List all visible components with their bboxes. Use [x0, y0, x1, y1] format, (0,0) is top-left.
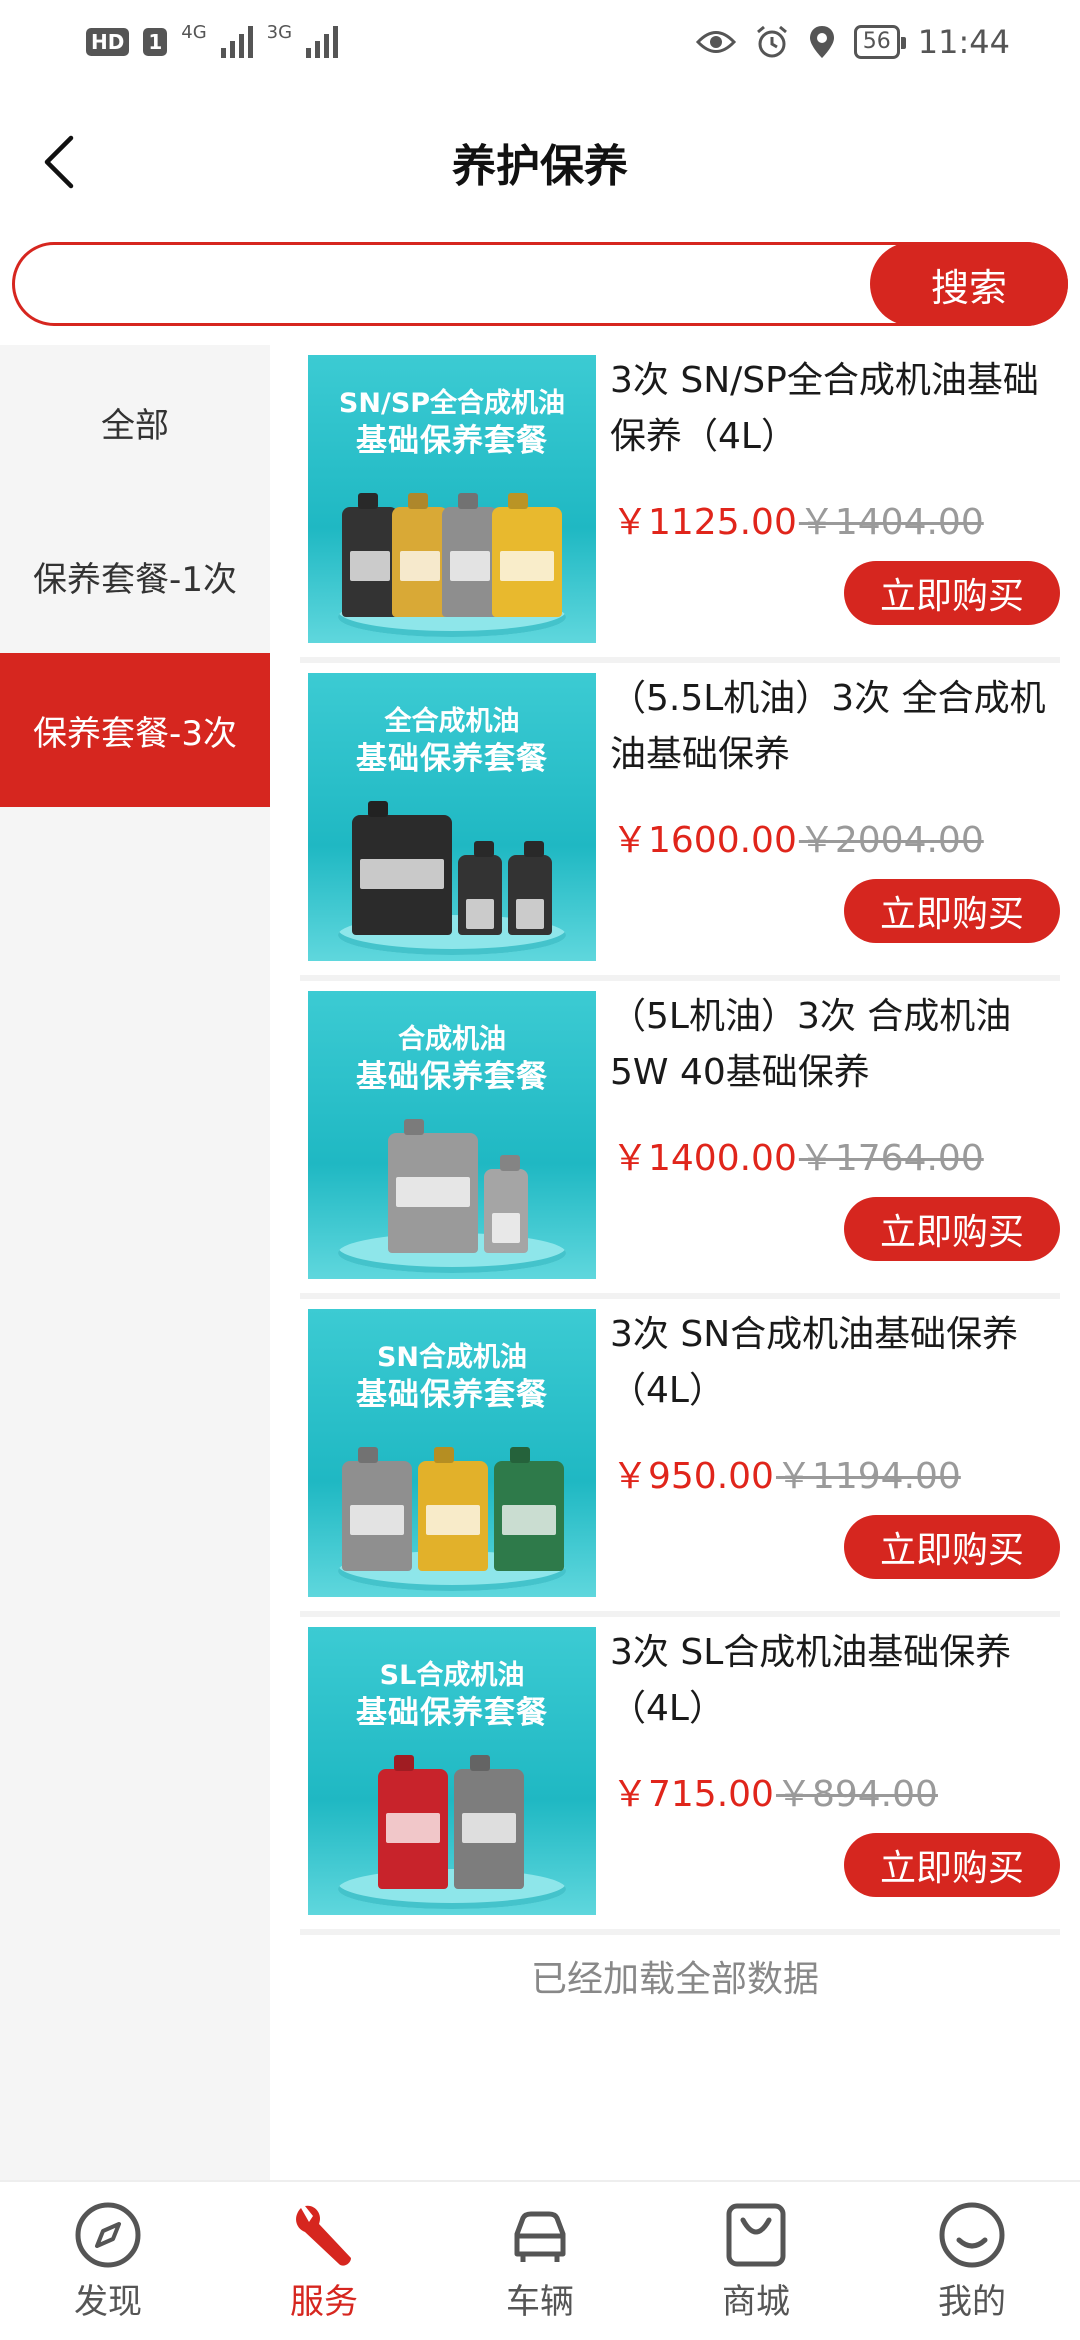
product-title: （5L机油）3次 合成机油5W 40基础保养: [610, 996, 1012, 1093]
original-price: ￥1404.00: [798, 502, 984, 543]
category-sidebar: 全部 保养套餐-1次 保养套餐-3次: [0, 345, 270, 2180]
tab-label: 发现: [74, 2281, 142, 2322]
oil-bottle: [508, 855, 552, 935]
product-image: SN合成机油 基础保养套餐: [308, 1309, 596, 1597]
product-card[interactable]: 全合成机油 基础保养套餐 （5.5L机油）3次 全合成机油基础保养 ￥1600.…: [300, 663, 1060, 981]
product-image-subcaption: 基础保养套餐: [356, 1377, 548, 1413]
compass-icon: [75, 2202, 141, 2267]
buy-now-button[interactable]: 立即购买: [844, 1197, 1060, 1261]
smile-icon: [939, 2202, 1005, 2267]
tab-label: 服务: [290, 2281, 358, 2322]
product-price: ￥715.00: [612, 1774, 774, 1815]
product-image-subcaption: 基础保养套餐: [356, 741, 548, 777]
shopping-bag-icon: [726, 2203, 786, 2266]
product-card[interactable]: SL合成机油 基础保养套餐 3次 SL合成机油基础保养（4L） ￥715.00 …: [300, 1617, 1060, 1935]
price-row: ￥1400.00 ￥1764.00: [612, 1129, 984, 1181]
tab-label: 车辆: [506, 2281, 574, 2322]
oil-bottle: [442, 507, 498, 617]
oil-bottle: [458, 855, 502, 935]
oil-bottle: [492, 507, 562, 617]
product-title: 3次 SN合成机油基础保养（4L）: [610, 1314, 1019, 1411]
status-right: 56 11:44: [695, 23, 1010, 61]
product-card[interactable]: 合成机油 基础保养套餐 （5L机油）3次 合成机油5W 40基础保养 ￥1400…: [300, 981, 1060, 1299]
chevron-left-icon: [44, 135, 74, 189]
battery-icon: 56: [853, 25, 906, 59]
back-button[interactable]: [28, 120, 88, 204]
tab-service[interactable]: 服务: [216, 2182, 432, 2340]
bottom-tab-bar: 发现 服务 车辆 商城 我的: [0, 2180, 1080, 2340]
oil-bottle: [484, 1169, 528, 1253]
clock: 11:44: [917, 23, 1010, 61]
sidebar-item-package-1[interactable]: 保养套餐-1次: [0, 499, 270, 653]
sidebar-item-package-3[interactable]: 保养套餐-3次: [0, 653, 270, 807]
oil-bottle: [352, 815, 452, 935]
tab-discover[interactable]: 发现: [0, 2182, 216, 2340]
car-icon: [514, 2211, 566, 2262]
price-row: ￥715.00 ￥894.00: [612, 1765, 938, 1817]
tab-vehicle[interactable]: 车辆: [432, 2182, 648, 2340]
original-price: ￥1194.00: [775, 1456, 961, 1497]
buy-now-button[interactable]: 立即购买: [844, 1515, 1060, 1579]
status-left: HD 1 4G 3G: [86, 22, 339, 58]
product-image: SN/SP全合成机油 基础保养套餐: [308, 355, 596, 643]
eye-icon: [695, 31, 736, 53]
sidebar-item-all[interactable]: 全部: [0, 345, 270, 499]
product-card[interactable]: SN/SP全合成机油 基础保养套餐 3次 SN/SP全合成机油基础保养（4L） …: [300, 345, 1060, 663]
product-price: ￥1400.00: [612, 1138, 797, 1179]
hd-badge: HD: [86, 28, 130, 56]
oil-bottle: [494, 1461, 564, 1571]
product-image: 合成机油 基础保养套餐: [308, 991, 596, 1279]
oil-bottle: [342, 1461, 412, 1571]
product-price: ￥950.00: [612, 1456, 774, 1497]
signal-icon: [220, 26, 253, 58]
signal-icon-2: [306, 26, 339, 58]
tab-profile[interactable]: 我的: [864, 2182, 1080, 2340]
buy-now-button[interactable]: 立即购买: [844, 561, 1060, 625]
oil-bottle: [388, 1133, 478, 1253]
product-image-subcaption: 基础保养套餐: [356, 423, 548, 459]
alarm-icon: [756, 25, 787, 58]
oil-bottle: [454, 1769, 524, 1889]
tab-mall[interactable]: 商城: [648, 2182, 864, 2340]
search-bar: 搜索: [12, 242, 1068, 326]
original-price: ￥1764.00: [798, 1138, 984, 1179]
wrench-icon: [296, 2205, 351, 2266]
search-input[interactable]: [15, 245, 870, 323]
list-end-message: 已经加载全部数据: [530, 1959, 819, 2000]
price-row: ￥950.00 ￥1194.00: [612, 1447, 961, 1499]
product-list: SN/SP全合成机油 基础保养套餐 3次 SN/SP全合成机油基础保养（4L） …: [300, 345, 1060, 1935]
product-image: 全合成机油 基础保养套餐: [308, 673, 596, 961]
buy-now-button[interactable]: 立即购买: [844, 1833, 1060, 1897]
network-label-2: 3G: [266, 21, 293, 43]
product-image: SL合成机油 基础保养套餐: [308, 1627, 596, 1915]
product-price: ￥1600.00: [612, 820, 797, 861]
sim-badge: 1: [143, 28, 168, 56]
product-image-subcaption: 基础保养套餐: [356, 1059, 548, 1095]
oil-bottle: [342, 507, 398, 617]
original-price: ￥894.00: [775, 1774, 938, 1815]
page-title: 养护保养: [452, 141, 628, 192]
original-price: ￥2004.00: [798, 820, 984, 861]
oil-bottle: [392, 507, 448, 617]
display-stage: [338, 1869, 566, 1909]
product-title: （5.5L机油）3次 全合成机油基础保养: [610, 678, 1046, 775]
tab-label: 我的: [938, 2281, 1006, 2322]
buy-now-button[interactable]: 立即购买: [844, 879, 1060, 943]
price-row: ￥1125.00 ￥1404.00: [612, 493, 984, 545]
tab-label: 商城: [722, 2281, 790, 2322]
oil-bottle: [418, 1461, 488, 1571]
product-image-subcaption: 基础保养套餐: [356, 1695, 548, 1731]
oil-bottle: [378, 1769, 448, 1889]
product-title: 3次 SL合成机油基础保养（4L）: [610, 1632, 1012, 1729]
network-label-1: 4G: [181, 21, 207, 43]
status-bar: HD 1 4G 3G 56 11:44: [0, 0, 1080, 84]
product-price: ￥1125.00: [612, 502, 797, 543]
header: 养护保养: [0, 84, 1080, 240]
product-card[interactable]: SN合成机油 基础保养套餐 3次 SN合成机油基础保养（4L） ￥950.00 …: [300, 1299, 1060, 1617]
search-button[interactable]: 搜索: [870, 242, 1068, 326]
price-row: ￥1600.00 ￥2004.00: [612, 811, 984, 863]
location-icon: [809, 26, 834, 58]
product-title: 3次 SN/SP全合成机油基础保养（4L）: [610, 360, 1039, 457]
